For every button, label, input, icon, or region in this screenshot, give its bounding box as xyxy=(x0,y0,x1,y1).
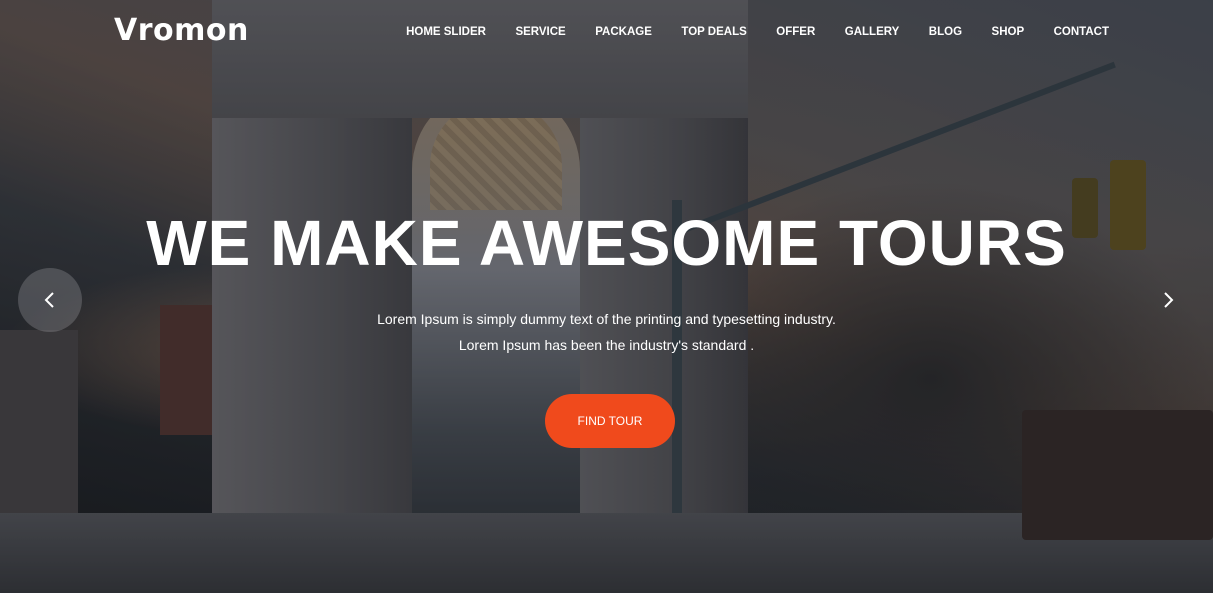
hero-subtext-line-2: Lorem Ipsum has been the industry's stan… xyxy=(458,337,755,353)
hero-subtext: Lorem Ipsum is simply dummy text of the … xyxy=(0,306,1213,358)
nav-item-blog[interactable]: BLOG xyxy=(929,26,962,38)
nav-item-home-slider[interactable]: HOME SLIDER xyxy=(406,26,486,38)
nav-item-service[interactable]: SERVICE xyxy=(515,26,565,38)
nav-item-shop[interactable]: SHOP xyxy=(992,26,1025,38)
hero-headline: WE MAKE AWESOME TOURS xyxy=(146,207,1067,279)
hero-subtext-line-1: Lorem Ipsum is simply dummy text of the … xyxy=(377,311,836,327)
main-menu: HOME SLIDER SERVICE PACKAGE TOP DEALS OF… xyxy=(377,26,1109,38)
navbar: Vromon HOME SLIDER SERVICE PACKAGE TOP D… xyxy=(0,0,1213,66)
nav-item-gallery[interactable]: GALLERY xyxy=(845,26,900,38)
nav-item-top-deals[interactable]: TOP DEALS xyxy=(681,26,746,38)
nav-item-package[interactable]: PACKAGE xyxy=(595,26,652,38)
nav-item-offer[interactable]: OFFER xyxy=(776,26,815,38)
nav-item-contact[interactable]: CONTACT xyxy=(1054,26,1109,38)
hero-slider: Vromon HOME SLIDER SERVICE PACKAGE TOP D… xyxy=(0,0,1213,593)
chevron-left-icon xyxy=(44,292,54,308)
chevron-right-icon xyxy=(1164,292,1174,308)
site-logo[interactable]: Vromon xyxy=(114,13,249,48)
find-tour-button[interactable]: FIND TOUR xyxy=(545,394,675,448)
slider-next-button[interactable] xyxy=(1150,284,1186,316)
slider-prev-button[interactable] xyxy=(18,268,82,332)
hero-background-image xyxy=(0,0,1213,593)
